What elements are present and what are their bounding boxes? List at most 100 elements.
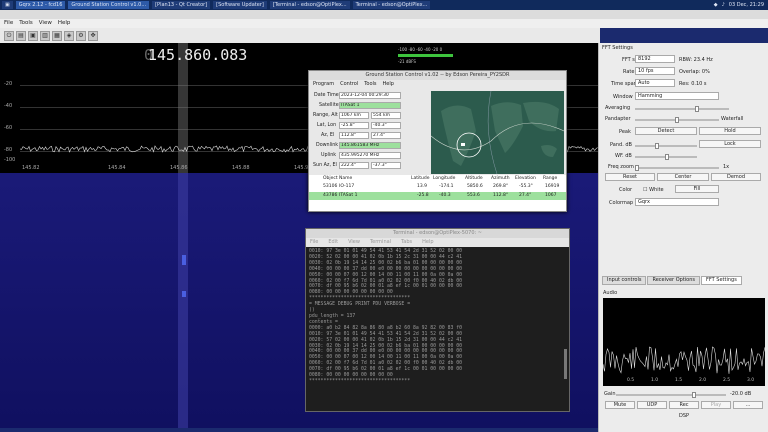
pand-db-slider[interactable] bbox=[635, 143, 697, 149]
timespan-select[interactable]: Auto bbox=[635, 79, 675, 87]
taskbar-item-gqrx[interactable]: Gqrx 2.12 - fcd16 bbox=[15, 1, 66, 9]
table-cell: 5850.6 bbox=[467, 184, 483, 189]
gsc-menubar: Program Control Tools Help bbox=[309, 80, 566, 88]
term-menu-view[interactable]: View bbox=[348, 238, 360, 247]
term-menu-file[interactable]: File bbox=[310, 238, 318, 247]
frequency-display[interactable]: 145.860.083 bbox=[148, 46, 247, 64]
record-icon[interactable]: ▥ bbox=[40, 30, 50, 41]
mute-button[interactable]: Mute bbox=[605, 401, 635, 409]
table-header: Latitude bbox=[411, 176, 430, 181]
colormap-label: Colormap bbox=[609, 200, 634, 206]
gsc-menu-control[interactable]: Control bbox=[340, 80, 358, 88]
terminal-menubar: File Edit View Terminal Tabs Help bbox=[306, 238, 569, 247]
tab-fft-settings[interactable]: FFT Settings bbox=[701, 276, 742, 285]
hold-button[interactable]: Hold bbox=[699, 127, 761, 135]
panel-title: FFT Settings bbox=[602, 45, 633, 51]
table-cell: 27.4° bbox=[519, 193, 532, 198]
demod-button[interactable]: Demod bbox=[711, 173, 761, 181]
udp-button[interactable]: UDP bbox=[637, 401, 667, 409]
colormap-select[interactable]: Gqrx bbox=[635, 198, 719, 206]
fill-button[interactable]: Fill bbox=[675, 185, 719, 193]
clock[interactable]: 03 Dec, 21:29 bbox=[729, 2, 764, 8]
averaging-slider[interactable] bbox=[635, 106, 729, 112]
spectrum-xlabel: 145.84 bbox=[108, 165, 126, 171]
reset-button[interactable]: Reset bbox=[605, 173, 655, 181]
device-icon[interactable]: ▦ bbox=[52, 30, 62, 41]
taskbar-item-qtcreator[interactable]: [Plan13 - Qt Creator] bbox=[152, 1, 211, 9]
volume-icon[interactable]: ♪ bbox=[722, 2, 725, 8]
detect-button[interactable]: Detect bbox=[635, 127, 697, 135]
field-alt: 554 km bbox=[371, 112, 401, 119]
field-satellite[interactable]: ITASat 1 bbox=[339, 102, 401, 109]
averaging-label: Averaging bbox=[605, 105, 631, 111]
tab-receiver-options[interactable]: Receiver Options bbox=[647, 276, 700, 285]
term-menu-tabs[interactable]: Tabs bbox=[401, 238, 412, 247]
overlap-label: Overlap: 0% bbox=[679, 69, 710, 75]
play-button[interactable]: Play bbox=[701, 401, 731, 409]
color-label: Color bbox=[619, 187, 633, 193]
menu-file[interactable]: File bbox=[4, 19, 13, 28]
center-button[interactable]: Center bbox=[657, 173, 709, 181]
table-cell: 53106 bbox=[323, 184, 338, 189]
terminal-window: Terminal - edson@OptiPlex-5070: ~ File E… bbox=[305, 228, 570, 412]
system-tray: ◆ ♪ 03 Dec, 21:29 bbox=[714, 2, 768, 8]
term-menu-edit[interactable]: Edit bbox=[328, 238, 338, 247]
gain-slider[interactable] bbox=[616, 392, 726, 398]
signal-meter: -100 -80 -60 -40 -20 0 -21 dBFS bbox=[398, 47, 460, 67]
terminal-scrollbar[interactable] bbox=[564, 349, 567, 379]
taskbar-item-terminal-1[interactable]: [Terminal - edson@OptiPlex... bbox=[269, 1, 350, 9]
lock-button[interactable]: Lock bbox=[699, 140, 761, 148]
table-header: Altitude bbox=[465, 176, 483, 181]
field-range: 1067 km bbox=[339, 112, 369, 119]
settings-icon[interactable]: ⚙ bbox=[76, 30, 86, 41]
open-icon[interactable]: ▤ bbox=[16, 30, 26, 41]
table-cell: 269.8° bbox=[493, 184, 509, 189]
wf-db-slider[interactable] bbox=[635, 154, 697, 160]
gsc-title: Ground Station Control v1.02 -- by Edson… bbox=[309, 71, 566, 80]
window-select[interactable]: Hamming bbox=[635, 92, 719, 100]
taskbar-item-updater[interactable]: [Software Updater] bbox=[213, 1, 267, 9]
field-el: 27.4° bbox=[371, 132, 401, 139]
world-map[interactable] bbox=[431, 91, 564, 174]
save-icon[interactable]: ▣ bbox=[28, 30, 38, 41]
taskbar-item-gsc[interactable]: Ground Station Control v1.0... bbox=[68, 1, 150, 9]
gsc-menu-help[interactable]: Help bbox=[383, 80, 394, 88]
move-icon[interactable]: ✥ bbox=[88, 30, 98, 41]
remote-icon[interactable]: ◈ bbox=[64, 30, 74, 41]
table-row-selected[interactable]: 43786 ITASat 1 -25.8 -40.3 553.6 112.8° … bbox=[309, 192, 566, 200]
table-row[interactable]: 53106 IO-117 13.9 -174.1 5850.6 269.8° -… bbox=[309, 183, 566, 191]
app-menu-icon[interactable]: ▣ bbox=[2, 1, 13, 9]
audio-xlabel: 2.5 bbox=[723, 378, 731, 383]
rec-button[interactable]: Rec bbox=[669, 401, 699, 409]
field-label: Date Time bbox=[314, 93, 339, 98]
white-checkbox[interactable]: ☐ White bbox=[643, 187, 664, 193]
table-cell: 13.9 bbox=[417, 184, 428, 189]
field-label: Range, Alt bbox=[313, 113, 338, 118]
menu-help[interactable]: Help bbox=[58, 19, 71, 28]
menu-view[interactable]: View bbox=[39, 19, 52, 28]
table-header: Range bbox=[543, 176, 558, 181]
freq-zoom-slider[interactable] bbox=[635, 165, 719, 171]
gsc-menu-tools[interactable]: Tools bbox=[364, 80, 376, 88]
rate-select[interactable]: 10 fps bbox=[635, 67, 675, 75]
gsc-menu-program[interactable]: Program bbox=[313, 80, 334, 88]
audio-options-button[interactable]: ... bbox=[733, 401, 763, 409]
terminal-output[interactable]: 0010: 97 3e 01 01 49 54 41 53 41 54 2d 3… bbox=[306, 247, 569, 411]
field-downlink: 145.861583 MHz bbox=[339, 142, 401, 149]
network-icon[interactable]: ◆ bbox=[714, 2, 718, 8]
window-label: Window bbox=[613, 94, 633, 100]
pandapter-slider[interactable] bbox=[635, 117, 719, 123]
term-menu-help[interactable]: Help bbox=[422, 238, 433, 247]
gain-label: Gain bbox=[604, 391, 616, 397]
waterfall-label: Waterfall bbox=[721, 116, 744, 122]
fft-size-select[interactable]: 8192 bbox=[635, 55, 675, 63]
taskbar-item-terminal-2[interactable]: Terminal - edson@OptiPlex... bbox=[352, 1, 431, 9]
table-cell: 1067 bbox=[545, 193, 557, 198]
waterfall-filter-band bbox=[178, 173, 188, 428]
tab-input-controls[interactable]: Input controls bbox=[602, 276, 647, 285]
power-icon[interactable]: ⏻ bbox=[4, 30, 14, 41]
field-uplink: 435.995270 MHz bbox=[339, 152, 401, 159]
gqrx-titlebar bbox=[0, 10, 768, 19]
term-menu-terminal[interactable]: Terminal bbox=[370, 238, 391, 247]
menu-tools[interactable]: Tools bbox=[19, 19, 33, 28]
